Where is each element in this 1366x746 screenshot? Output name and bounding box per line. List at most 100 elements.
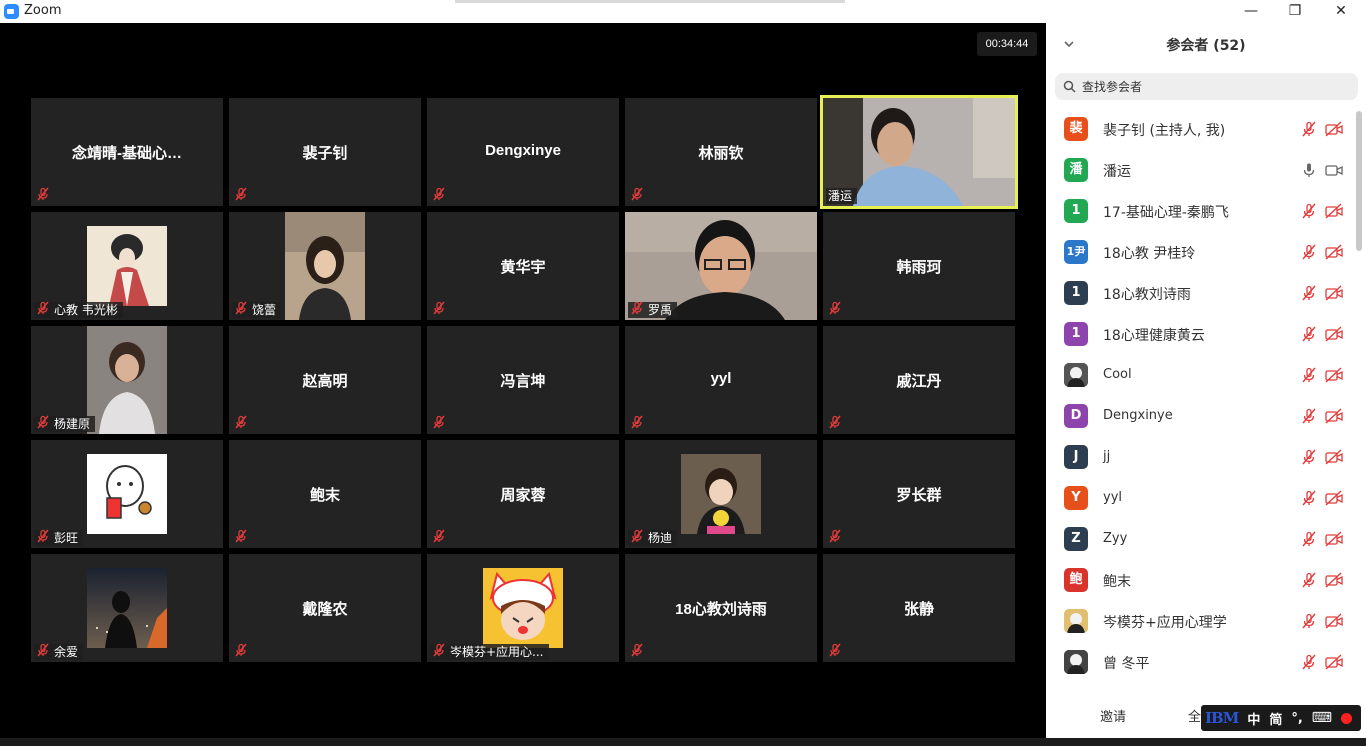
video-tile[interactable]: 岑模芬+应用心...: [427, 554, 619, 662]
mic-muted-icon[interactable]: [1301, 531, 1317, 547]
participants-panel: 参会者 (52) 裴裴子钊 (主持人, 我)潘潘运117-基础心理-秦鹏飞1尹1…: [1046, 23, 1366, 738]
participant-name: 岑模芬+应用心理学: [1103, 615, 1227, 631]
minimize-button[interactable]: —: [1228, 0, 1274, 23]
video-tile[interactable]: 戴隆农: [229, 554, 421, 662]
camera-off-icon[interactable]: [1325, 367, 1343, 383]
tile-display-name: 戚江丹: [896, 373, 942, 390]
participant-row[interactable]: 潘潘运: [1046, 150, 1354, 191]
video-tile[interactable]: 杨建原: [31, 326, 223, 434]
top-toolbar-handle[interactable]: [455, 0, 845, 3]
camera-off-icon[interactable]: [1325, 408, 1343, 424]
video-tile[interactable]: 黄华宇: [427, 212, 619, 320]
close-button[interactable]: ✕: [1318, 0, 1364, 23]
video-tile[interactable]: 念靖晴-基础心…: [31, 98, 223, 206]
video-tile[interactable]: 韩雨珂: [823, 212, 1015, 320]
camera-off-icon[interactable]: [1325, 244, 1343, 260]
participant-avatar: Z: [1064, 527, 1088, 551]
list-scrollbar[interactable]: [1356, 111, 1362, 251]
tile-name-label: [430, 529, 451, 546]
ime-lang[interactable]: 中: [1247, 709, 1260, 728]
camera-off-icon[interactable]: [1325, 531, 1343, 547]
camera-off-icon[interactable]: [1325, 121, 1343, 137]
tile-display-name: 周家蓉: [500, 487, 546, 504]
camera-off-icon[interactable]: [1325, 654, 1343, 670]
participant-row[interactable]: Z Zyy: [1046, 519, 1354, 560]
video-tile[interactable]: yyl: [625, 326, 817, 434]
mic-muted-icon: [828, 529, 842, 547]
profile-picture: [87, 326, 167, 434]
video-tile[interactable]: 张静: [823, 554, 1015, 662]
video-tile[interactable]: 周家蓉: [427, 440, 619, 548]
video-tile[interactable]: 赵高明: [229, 326, 421, 434]
camera-off-icon[interactable]: [1325, 449, 1343, 465]
mic-muted-icon[interactable]: [1301, 285, 1317, 301]
mic-muted-icon: [234, 187, 248, 205]
mic-muted-icon[interactable]: [1301, 244, 1317, 260]
mic-muted-icon[interactable]: [1301, 326, 1317, 342]
camera-off-icon[interactable]: [1325, 613, 1343, 629]
tile-display-name: 18心教刘诗雨: [675, 601, 767, 618]
participant-row[interactable]: Jjj: [1046, 437, 1354, 478]
video-tile[interactable]: 潘运: [820, 95, 1018, 209]
mic-icon[interactable]: [1301, 162, 1317, 178]
camera-off-icon[interactable]: [1325, 285, 1343, 301]
video-tile[interactable]: 鲍末: [229, 440, 421, 548]
mic-muted-icon[interactable]: [1301, 654, 1317, 670]
camera-off-icon[interactable]: [1325, 203, 1343, 219]
restore-button[interactable]: ❐: [1272, 0, 1318, 23]
keyboard-icon[interactable]: ⌨: [1312, 710, 1332, 726]
participant-row[interactable]: 1 17-基础心理-秦鹏飞: [1046, 191, 1354, 232]
video-tile[interactable]: 18心教刘诗雨: [625, 554, 817, 662]
video-tile[interactable]: 罗禹: [625, 212, 817, 320]
mic-muted-icon[interactable]: [1301, 121, 1317, 137]
mic-muted-icon[interactable]: [1301, 367, 1317, 383]
mic-muted-icon[interactable]: [1301, 490, 1317, 506]
participant-row[interactable]: 鲍鲍末: [1046, 560, 1354, 601]
participant-row[interactable]: 岑模芬+应用心理学: [1046, 601, 1354, 642]
participant-row[interactable]: Cool: [1046, 355, 1354, 396]
participant-row[interactable]: 裴裴子钊 (主持人, 我): [1046, 109, 1354, 150]
video-tile[interactable]: 林丽钦: [625, 98, 817, 206]
participant-avatar: [1064, 363, 1088, 387]
video-tile[interactable]: 戚江丹: [823, 326, 1015, 434]
camera-off-icon[interactable]: [1325, 326, 1343, 342]
participant-row[interactable]: Yyyl: [1046, 478, 1354, 519]
invite-button[interactable]: 邀请: [1100, 705, 1126, 731]
participant-row[interactable]: 1 18心理健康黄云: [1046, 314, 1354, 355]
video-tile[interactable]: 杨迪: [625, 440, 817, 548]
ime-mode[interactable]: 简: [1269, 709, 1282, 728]
tile-name-label: [826, 529, 847, 547]
camera-off-icon[interactable]: [1325, 490, 1343, 506]
participant-row[interactable]: 曾 冬平: [1046, 642, 1354, 683]
mic-muted-icon: [432, 415, 446, 433]
participant-row[interactable]: 1 18心教刘诗雨: [1046, 273, 1354, 314]
video-tile[interactable]: 心教 韦光彬: [31, 212, 223, 320]
video-tile[interactable]: 彭旺: [31, 440, 223, 548]
video-tile[interactable]: 裴子钊: [229, 98, 421, 206]
tile-display-name: Dengxinye: [485, 142, 561, 159]
camera-icon[interactable]: [1325, 162, 1343, 178]
participant-avatar: 1尹: [1064, 240, 1088, 264]
video-tile[interactable]: 罗长群: [823, 440, 1015, 548]
mic-muted-icon[interactable]: [1301, 408, 1317, 424]
mic-muted-icon[interactable]: [1301, 449, 1317, 465]
video-tile[interactable]: 冯言坤: [427, 326, 619, 434]
mic-muted-icon[interactable]: [1301, 203, 1317, 219]
mic-muted-icon[interactable]: [1301, 572, 1317, 588]
tile-label-text: 潘运: [828, 189, 853, 203]
tile-name-label: 杨建原: [34, 415, 96, 432]
participant-row[interactable]: 1尹 18心教 尹桂玲: [1046, 232, 1354, 273]
zoom-window: Zoom — ❐ ✕ 00:34:44 念靖晴-基础心… 裴子钊 Dengxinye…: [0, 0, 1366, 746]
tile-name-label: [628, 415, 649, 432]
ime-toolbar[interactable]: IBM 中 简 °, ⌨: [1201, 705, 1361, 731]
profile-picture: [87, 454, 167, 534]
search-input[interactable]: [1082, 77, 1342, 96]
video-tile[interactable]: 饶蕾: [229, 212, 421, 320]
ime-punct[interactable]: °,: [1291, 711, 1302, 726]
camera-off-icon[interactable]: [1325, 572, 1343, 588]
participant-search[interactable]: [1055, 73, 1358, 100]
participant-row[interactable]: D Dengxinye: [1046, 396, 1354, 437]
video-tile[interactable]: 余爱: [31, 554, 223, 662]
mic-muted-icon[interactable]: [1301, 613, 1317, 629]
video-tile[interactable]: Dengxinye: [427, 98, 619, 206]
